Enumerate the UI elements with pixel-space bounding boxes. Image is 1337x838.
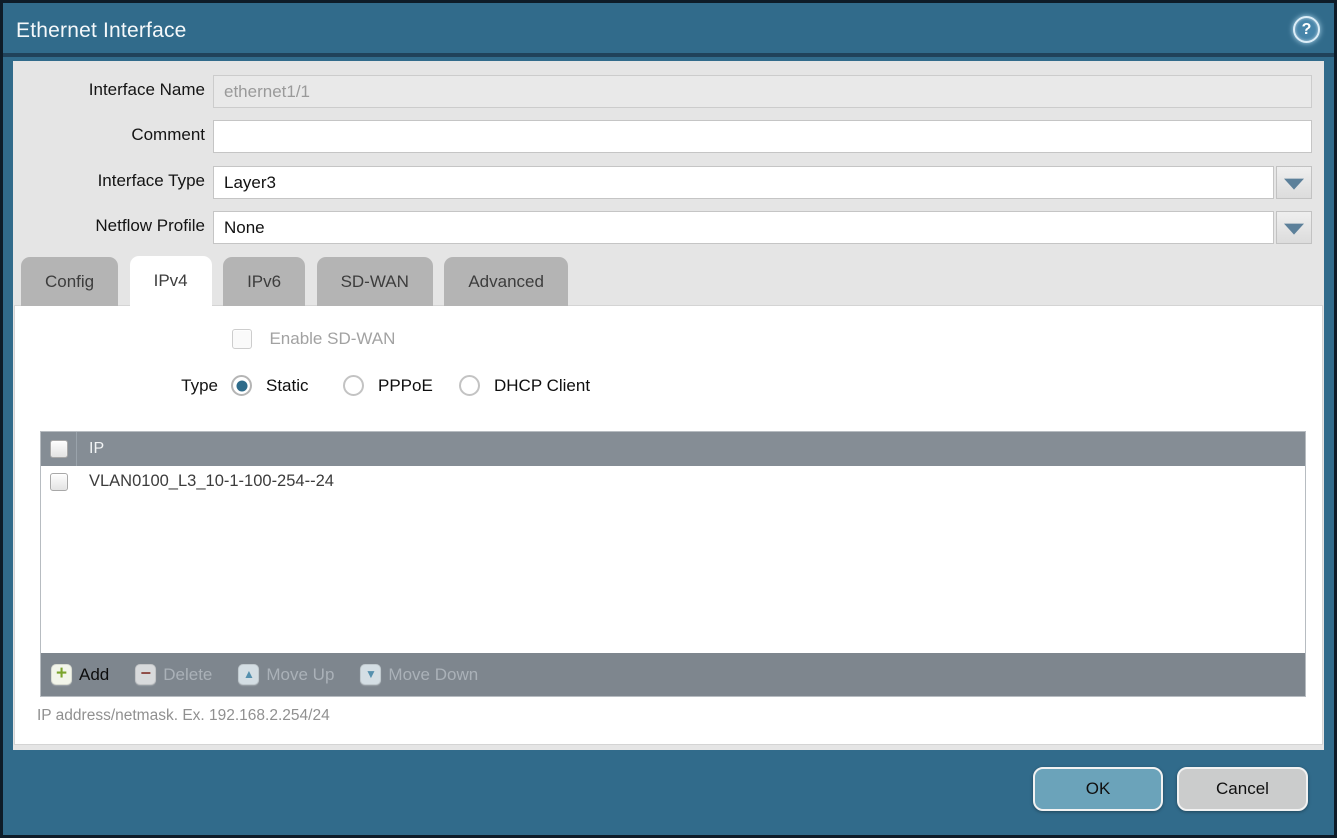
ip-column-header: IP (77, 440, 104, 458)
interface-name-label: Interface Name (13, 80, 205, 100)
delete-label: Delete (163, 665, 212, 685)
enable-sdwan-row: Enable SD-WAN (232, 329, 395, 351)
type-row: Type Static PPPoE DHCP Client (15, 375, 1322, 399)
tab-config[interactable]: Config (21, 257, 118, 306)
netflow-profile-field[interactable] (213, 211, 1274, 244)
header-checkbox-cell (41, 432, 77, 466)
table-row[interactable]: VLAN0100_L3_10-1-100-254--24 (41, 466, 1305, 497)
interface-type-row: Interface Type (13, 166, 1324, 199)
radio-dhcp-client-label[interactable]: DHCP Client (494, 376, 590, 396)
ip-table: IP VLAN0100_L3_10-1-100-254--24 + Add − (40, 431, 1306, 697)
radio-dhcp-client[interactable] (459, 375, 480, 396)
radio-static[interactable] (231, 375, 252, 396)
move-up-button: ▲ Move Up (238, 664, 334, 685)
chevron-down-icon (1284, 178, 1304, 189)
interface-type-label: Interface Type (13, 171, 205, 191)
move-down-icon: ▼ (360, 664, 381, 685)
delete-icon: − (135, 664, 156, 685)
add-icon: + (51, 664, 72, 685)
radio-static-label[interactable]: Static (266, 376, 309, 396)
dialog-title-bar: Ethernet Interface ? (3, 3, 1334, 57)
netflow-profile-row: Netflow Profile (13, 211, 1324, 244)
add-button[interactable]: + Add (51, 664, 109, 685)
ip-table-header: IP (41, 432, 1305, 466)
netflow-profile-dropdown-button[interactable] (1276, 211, 1312, 244)
netflow-profile-label: Netflow Profile (13, 216, 205, 236)
tab-ipv6[interactable]: IPv6 (223, 257, 305, 306)
dialog-body: Interface Name Comment Interface Type Ne… (13, 61, 1324, 750)
select-all-checkbox[interactable] (50, 440, 68, 458)
enable-sdwan-label: Enable SD-WAN (269, 329, 395, 348)
tab-ipv4[interactable]: IPv4 (130, 256, 212, 306)
move-up-label: Move Up (266, 665, 334, 685)
table-toolbar: + Add − Delete ▲ Move Up ▼ Move Down (41, 653, 1305, 696)
tab-bar: Config IPv4 IPv6 SD-WAN Advanced (21, 256, 575, 306)
enable-sdwan-checkbox (232, 329, 252, 349)
radio-pppoe[interactable] (343, 375, 364, 396)
cancel-button[interactable]: Cancel (1177, 767, 1308, 811)
radio-pppoe-label[interactable]: PPPoE (378, 376, 433, 396)
delete-button: − Delete (135, 664, 212, 685)
interface-name-field (213, 75, 1312, 108)
ok-button[interactable]: OK (1033, 767, 1163, 811)
tab-advanced[interactable]: Advanced (444, 257, 568, 306)
add-label: Add (79, 665, 109, 685)
ethernet-interface-dialog: Ethernet Interface ? Interface Name Comm… (0, 0, 1337, 838)
chevron-down-icon (1284, 223, 1304, 234)
help-icon[interactable]: ? (1293, 16, 1320, 43)
row-checkbox-cell (41, 466, 77, 497)
interface-type-dropdown-button[interactable] (1276, 166, 1312, 199)
tab-sdwan[interactable]: SD-WAN (317, 257, 433, 306)
table-empty-area (41, 497, 1305, 653)
comment-field[interactable] (213, 120, 1312, 153)
move-up-icon: ▲ (238, 664, 259, 685)
interface-type-field[interactable] (213, 166, 1274, 199)
comment-label: Comment (13, 125, 205, 145)
ip-cell[interactable]: VLAN0100_L3_10-1-100-254--24 (77, 472, 334, 491)
radio-dot (236, 380, 247, 391)
move-down-label: Move Down (388, 665, 478, 685)
comment-row: Comment (13, 120, 1324, 153)
ipv4-tab-panel: Enable SD-WAN Type Static PPPoE DHCP Cli… (14, 305, 1323, 745)
type-label: Type (135, 376, 218, 396)
dialog-title: Ethernet Interface (16, 19, 187, 43)
interface-name-row: Interface Name (13, 75, 1324, 108)
move-down-button: ▼ Move Down (360, 664, 478, 685)
row-checkbox[interactable] (50, 473, 68, 491)
ip-format-hint: IP address/netmask. Ex. 192.168.2.254/24 (37, 707, 330, 725)
